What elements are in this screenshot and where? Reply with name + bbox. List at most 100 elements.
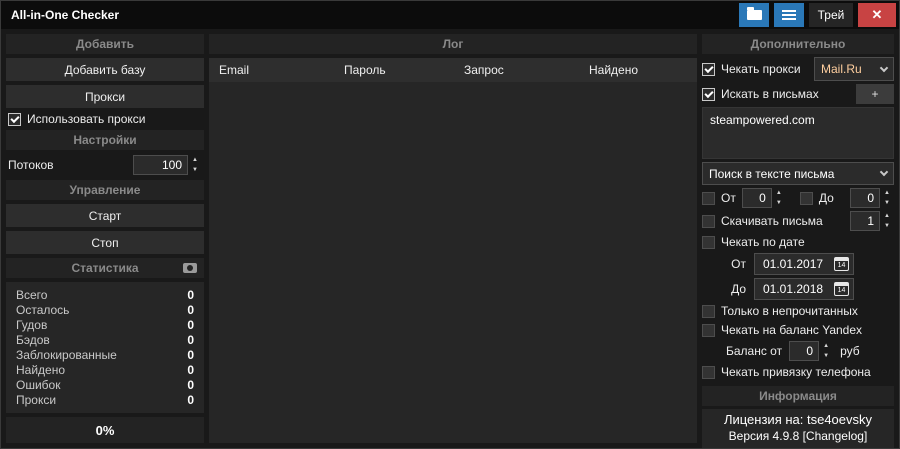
stat-row-goods: Гудов 0 xyxy=(16,318,194,333)
date-to-field[interactable]: 01.01.2018 14 xyxy=(754,278,854,300)
log-column-query[interactable]: Запрос xyxy=(464,63,589,77)
left-panel: Добавить Добавить базу Прокси Использова… xyxy=(6,34,204,443)
calendar-icon[interactable]: 14 xyxy=(834,257,849,271)
date-to-value: 01.01.2018 xyxy=(763,282,824,296)
stat-row-proxies: Прокси 0 xyxy=(16,392,194,407)
check-by-date-label: Чекать по дате xyxy=(721,235,805,249)
stat-row-total: Всего 0 xyxy=(16,288,194,303)
check-proxy-row: Чекать прокси Mail.Ru xyxy=(702,57,894,81)
threads-label: Потоков xyxy=(8,158,54,172)
to-up-arrow[interactable]: ▲ xyxy=(880,188,894,198)
to-label: До xyxy=(818,191,834,205)
search-mode-select[interactable]: Поиск в тексте письма xyxy=(702,162,894,185)
log-column-password[interactable]: Пароль xyxy=(344,63,464,77)
log-column-email[interactable]: Email xyxy=(219,63,344,77)
date-to-label: До xyxy=(731,282,746,296)
only-unread-checkbox[interactable] xyxy=(702,304,715,318)
folder-icon xyxy=(746,7,762,20)
check-phone-row: Чекать привязку телефона xyxy=(702,364,894,380)
start-button[interactable]: Старт xyxy=(6,204,204,227)
menu-button[interactable] xyxy=(774,3,804,27)
chevron-down-icon xyxy=(879,167,889,177)
add-base-button[interactable]: Добавить базу xyxy=(6,58,204,81)
from-checkbox[interactable] xyxy=(702,191,715,205)
to-stepper: 0 ▲ ▼ xyxy=(850,188,894,208)
download-letters-stepper: 1 ▲ ▼ xyxy=(850,211,894,231)
stat-row-remaining: Осталось 0 xyxy=(16,303,194,318)
download-letters-row: Скачивать письма 1 ▲ ▼ xyxy=(702,211,894,231)
log-panel: Лог Email Пароль Запрос Найдено xyxy=(209,34,697,443)
proxy-service-select[interactable]: Mail.Ru xyxy=(814,57,894,81)
search-letters-row: Искать в письмах + xyxy=(702,84,894,104)
info-box: Лицензия на: tse4oevsky Версия 4.9.8 [Ch… xyxy=(702,409,894,448)
balance-down-arrow[interactable]: ▼ xyxy=(819,351,833,361)
check-proxy-checkbox[interactable] xyxy=(702,62,715,76)
stats-header-label: Статистика xyxy=(71,261,139,275)
check-balance-checkbox[interactable] xyxy=(702,323,715,337)
calendar-icon[interactable]: 14 xyxy=(834,282,849,296)
balance-up-arrow[interactable]: ▲ xyxy=(819,341,833,351)
threads-up-arrow[interactable]: ▲ xyxy=(188,155,202,165)
balance-stepper: 0 ▲ ▼ xyxy=(789,341,833,361)
stop-button[interactable]: Стоп xyxy=(6,231,204,254)
from-up-arrow[interactable]: ▲ xyxy=(772,188,786,198)
stat-row-bads: Бэдов 0 xyxy=(16,333,194,348)
from-input[interactable]: 0 xyxy=(741,188,772,208)
control-section-header: Управление xyxy=(6,180,204,200)
from-label: От xyxy=(721,191,736,205)
close-button[interactable]: ✕ xyxy=(858,3,896,27)
open-folder-button[interactable] xyxy=(739,3,769,27)
download-down-arrow[interactable]: ▼ xyxy=(880,221,894,231)
check-balance-label: Чекать на баланс Yandex xyxy=(721,323,863,337)
chevron-down-icon xyxy=(879,63,889,72)
download-letters-label: Скачивать письма xyxy=(721,214,823,228)
camera-icon[interactable] xyxy=(183,263,197,273)
from-stepper: 0 ▲ ▼ xyxy=(741,188,786,208)
threads-stepper: 100 ▲ ▼ xyxy=(133,155,202,175)
threads-input[interactable]: 100 xyxy=(133,155,188,175)
search-query-input[interactable]: steampowered.com xyxy=(702,107,894,159)
from-down-arrow[interactable]: ▼ xyxy=(772,198,786,208)
date-from-field[interactable]: 01.01.2017 14 xyxy=(754,253,854,275)
download-letters-input[interactable]: 1 xyxy=(850,211,880,231)
check-phone-checkbox[interactable] xyxy=(702,365,715,379)
to-down-arrow[interactable]: ▼ xyxy=(880,198,894,208)
hamburger-icon xyxy=(782,10,796,20)
balance-from-label: Баланс от xyxy=(726,344,783,358)
search-letters-checkbox[interactable] xyxy=(702,87,715,101)
extra-panel: Дополнительно Чекать прокси Mail.Ru Иска… xyxy=(702,34,894,448)
add-query-button[interactable]: + xyxy=(856,84,894,104)
date-from-row: От 01.01.2017 14 xyxy=(702,253,894,275)
use-proxy-checkbox[interactable] xyxy=(8,112,21,126)
stat-row-errors: Ошибок 0 xyxy=(16,377,194,392)
to-checkbox[interactable] xyxy=(799,191,813,205)
threads-row: Потоков 100 ▲ ▼ xyxy=(6,154,204,176)
download-letters-checkbox[interactable] xyxy=(702,214,715,228)
log-section-header: Лог xyxy=(209,34,697,54)
content-area: Добавить Добавить базу Прокси Использова… xyxy=(1,29,899,448)
progress-label: 0% xyxy=(6,417,204,443)
extra-section-header: Дополнительно xyxy=(702,34,894,54)
log-column-found[interactable]: Найдено xyxy=(589,63,638,77)
date-to-row: До 01.01.2018 14 xyxy=(702,278,894,300)
title-bar: All-in-One Checker Трей ✕ xyxy=(1,1,899,29)
stat-row-blocked: Заблокированные 0 xyxy=(16,347,194,362)
log-table-body xyxy=(209,82,697,443)
tray-button[interactable]: Трей xyxy=(809,3,853,27)
threads-down-arrow[interactable]: ▼ xyxy=(188,165,202,175)
download-up-arrow[interactable]: ▲ xyxy=(880,211,894,221)
only-unread-row: Только в непрочитанных xyxy=(702,303,894,319)
use-proxy-row: Использовать прокси xyxy=(6,112,204,126)
search-letters-label: Искать в письмах xyxy=(721,87,819,101)
info-section-header: Информация xyxy=(702,386,894,406)
balance-input[interactable]: 0 xyxy=(789,341,820,361)
proxy-button[interactable]: Прокси xyxy=(6,85,204,108)
add-section-header: Добавить xyxy=(6,34,204,54)
from-to-row: От 0 ▲ ▼ До 0 ▲ ▼ xyxy=(702,188,894,208)
settings-section-header: Настройки xyxy=(6,130,204,150)
window-title: All-in-One Checker xyxy=(11,8,120,22)
check-by-date-checkbox[interactable] xyxy=(702,235,715,249)
check-by-date-row: Чекать по дате xyxy=(702,234,894,250)
version-text[interactable]: Версия 4.9.8 [Changelog] xyxy=(702,429,894,443)
to-input[interactable]: 0 xyxy=(850,188,880,208)
